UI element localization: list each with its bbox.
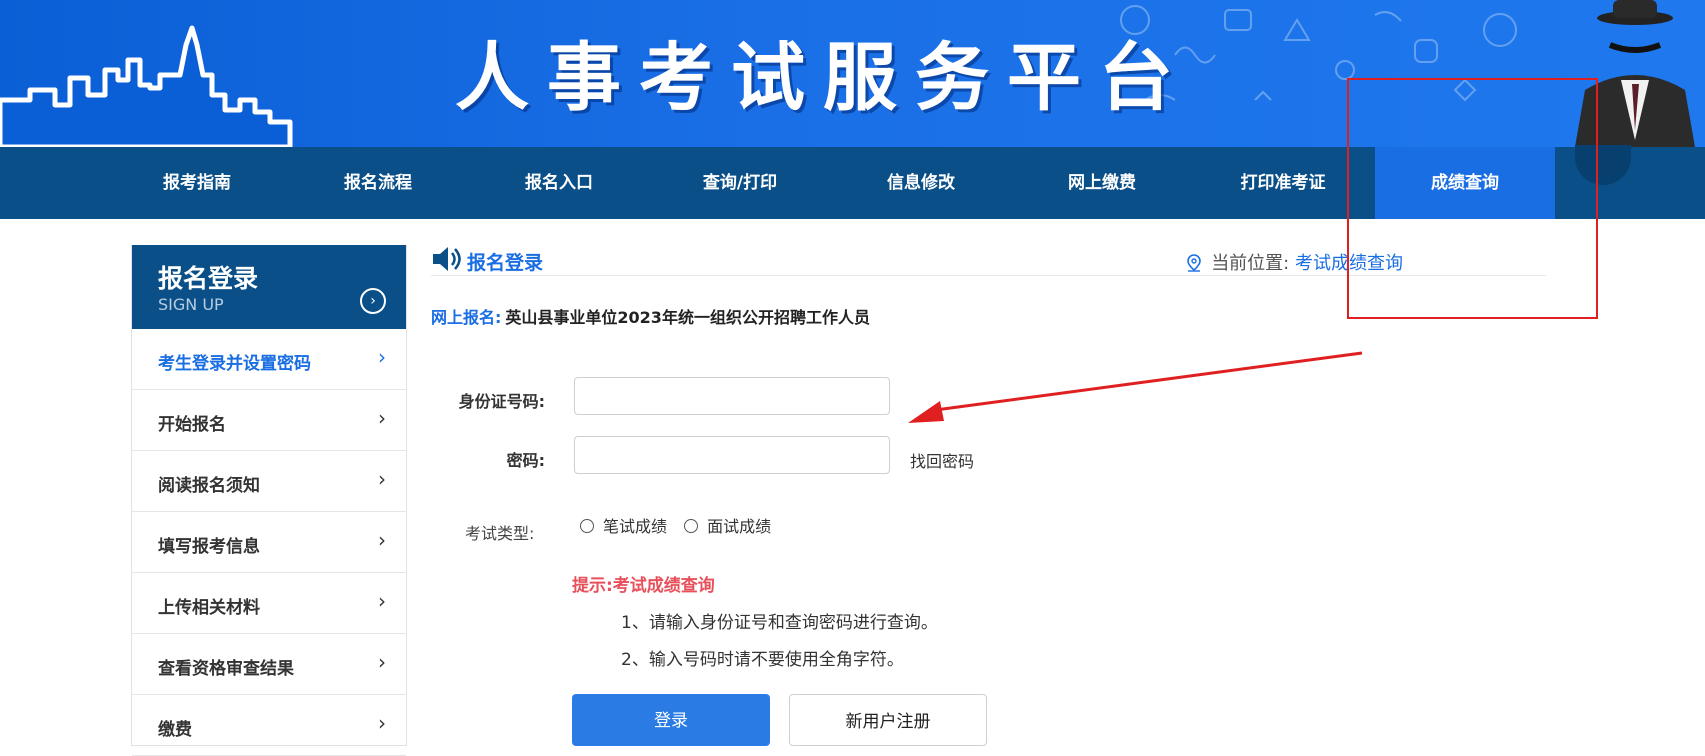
sidebar-item-label: 考生登录并设置密码 [158, 354, 311, 374]
register-button[interactable]: 新用户注册 [789, 694, 987, 746]
login-button[interactable]: 登录 [572, 694, 770, 746]
radio-label: 面试成绩 [707, 517, 772, 536]
chevron-right-icon: › [378, 345, 386, 369]
id-number-input[interactable] [574, 377, 890, 415]
nav-item-registration-entry[interactable]: 报名入口 [469, 147, 649, 219]
sidebar-title: 报名登录 [158, 264, 259, 293]
annotation-arrow-icon [908, 351, 1363, 423]
radio-label: 笔试成绩 [603, 517, 668, 536]
sidebar-item-label: 上传相关材料 [158, 598, 260, 618]
nav-item-print-admission-ticket[interactable]: 打印准考证 [1193, 147, 1373, 219]
exam-type-radio-group: 笔试成绩 面试成绩 [580, 513, 783, 537]
radio-written-score[interactable]: 笔试成绩 [580, 517, 667, 536]
sidebar-item-payment[interactable]: 缴费 › [132, 695, 406, 756]
sidebar-item-login-set-password[interactable]: 考生登录并设置密码 › [132, 329, 406, 390]
nav-item-query-print[interactable]: 查询/打印 [650, 147, 830, 219]
nav-item-exam-guide[interactable]: 报考指南 [107, 147, 287, 219]
city-skyline-illustration [0, 25, 293, 147]
sidebar-item-upload-materials[interactable]: 上传相关材料 › [132, 573, 406, 634]
sidebar-item-read-notice[interactable]: 阅读报名须知 › [132, 451, 406, 512]
sidebar-item-review-results[interactable]: 查看资格审查结果 › [132, 634, 406, 695]
nav-item-registration-process[interactable]: 报名流程 [288, 147, 468, 219]
sidebar-item-label: 阅读报名须知 [158, 476, 260, 496]
annotation-highlight-box [1347, 78, 1598, 319]
sidebar-header: 报名登录 SIGN UP › [132, 245, 406, 329]
password-label: 密码: [506, 451, 545, 470]
radio-circle-icon [580, 519, 594, 533]
sidebar-item-label: 填写报考信息 [158, 537, 260, 557]
recover-password-link[interactable]: 找回密码 [910, 448, 974, 472]
online-registration-value: 英山县事业单位2023年统一组织公开招聘工作人员 [505, 308, 870, 327]
platform-title: 人事考试服务平台 [455, 35, 1191, 121]
sidebar-item-label: 查看资格审查结果 [158, 659, 294, 679]
sidebar-item-label: 开始报名 [158, 415, 226, 435]
chevron-right-icon: › [378, 528, 386, 552]
breadcrumb-prefix: 当前位置: [1211, 253, 1290, 274]
sidebar-item-fill-info[interactable]: 填写报考信息 › [132, 512, 406, 573]
chevron-right-icon: › [378, 650, 386, 674]
chevron-right-icon: › [378, 406, 386, 430]
sidebar-item-label: 缴费 [158, 720, 192, 740]
location-pin-icon [1187, 254, 1201, 272]
chevron-right-icon: › [378, 467, 386, 491]
chevron-right-icon: › [378, 711, 386, 735]
nav-item-info-edit[interactable]: 信息修改 [831, 147, 1011, 219]
speaker-icon [433, 247, 461, 271]
nav-item-online-payment[interactable]: 网上缴费 [1012, 147, 1192, 219]
sidebar-item-start-registration[interactable]: 开始报名 › [132, 390, 406, 451]
circle-arrow-right-icon: › [360, 288, 386, 314]
tip-title: 提示:考试成绩查询 [572, 576, 715, 596]
radio-interview-score[interactable]: 面试成绩 [684, 517, 771, 536]
radio-circle-icon [684, 519, 699, 533]
exam-type-label: 考试类型: [465, 524, 535, 543]
tip-line-2: 2、输入号码时请不要使用全角字符。 [621, 650, 904, 670]
online-registration-line: 网上报名: 英山县事业单位2023年统一组织公开招聘工作人员 [431, 304, 870, 328]
chevron-right-icon: › [378, 589, 386, 613]
online-registration-key: 网上报名: [431, 308, 502, 327]
sidebar: 报名登录 SIGN UP › 考生登录并设置密码 › 开始报名 › 阅读报名须知… [131, 245, 407, 756]
section-title: 报名登录 [467, 252, 544, 274]
id-number-label: 身份证号码: [458, 392, 545, 411]
tip-line-1: 1、请输入身份证号和查询密码进行查询。 [621, 613, 938, 633]
password-input[interactable] [574, 436, 890, 474]
sidebar-subtitle: SIGN UP [158, 295, 224, 314]
